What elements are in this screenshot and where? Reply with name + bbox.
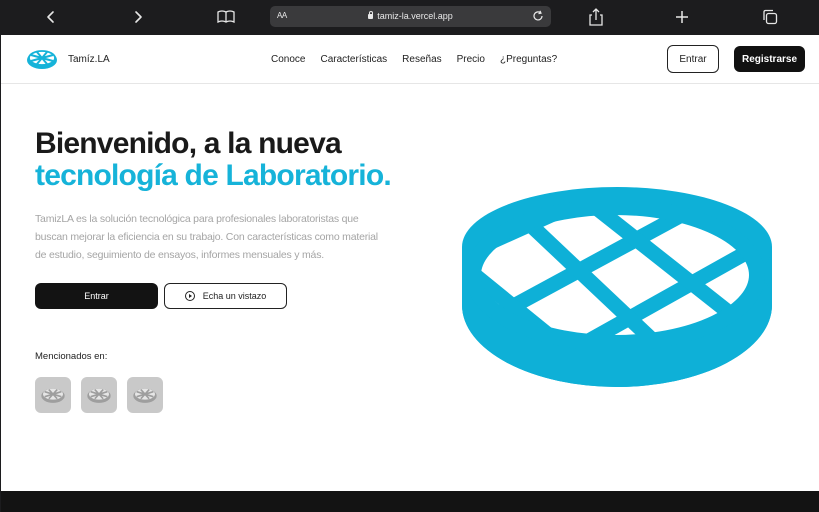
hero-title-line2: tecnología de Laboratorio. (35, 159, 392, 192)
hero-preview-button[interactable]: Echa un vistazo (164, 283, 287, 309)
back-icon[interactable] (40, 6, 62, 28)
address-bar[interactable]: AA tamiz-la.vercel.app (270, 6, 551, 27)
share-icon[interactable] (585, 6, 607, 28)
register-button[interactable]: Registrarse (734, 46, 805, 72)
nav-link-resenas[interactable]: Reseñas (402, 54, 441, 65)
mention-logo[interactable] (35, 377, 71, 413)
nav-link-preguntas[interactable]: ¿Preguntas? (500, 54, 557, 65)
play-icon (184, 291, 195, 301)
hero-title: Bienvenido, a la nueva tecnología de Lab… (35, 127, 392, 192)
mention-logos (35, 377, 163, 413)
sieve-illustration (460, 185, 774, 391)
hero-enter-button[interactable]: Entrar (35, 283, 158, 309)
new-tab-icon[interactable] (671, 6, 693, 28)
reload-icon[interactable] (531, 9, 545, 23)
forward-icon[interactable] (127, 6, 149, 28)
url-display: tamiz-la.vercel.app (270, 11, 551, 21)
nav-link-caracteristicas[interactable]: Características (320, 54, 387, 65)
hero-preview-label: Echa un vistazo (202, 291, 267, 301)
nav-link-conoce[interactable]: Conoce (271, 54, 305, 65)
hero-title-line1: Bienvenido, a la nueva (35, 127, 342, 160)
login-button[interactable]: Entrar (667, 45, 719, 73)
web-page: Tamíz.LA Conoce Características Reseñas … (1, 35, 819, 491)
site-navbar: Tamíz.LA Conoce Características Reseñas … (1, 35, 819, 84)
nav-link-precio[interactable]: Precio (457, 54, 485, 65)
mentioned-label: Mencionados en: (35, 351, 108, 362)
nav-links: Conoce Características Reseñas Precio ¿P… (271, 54, 572, 65)
url-text: tamiz-la.vercel.app (377, 11, 453, 21)
mention-logo[interactable] (127, 377, 163, 413)
sieve-logo-icon[interactable] (26, 47, 58, 71)
hero-description: TamizLA es la solución tecnológica para … (35, 213, 378, 261)
tabs-icon[interactable] (759, 6, 781, 28)
lock-icon (368, 11, 374, 19)
browser-toolbar: AA tamiz-la.vercel.app (0, 0, 819, 35)
brand-name[interactable]: Tamíz.LA (68, 54, 110, 65)
footer-band (1, 491, 819, 512)
bookmarks-icon[interactable] (215, 6, 237, 28)
mention-logo[interactable] (81, 377, 117, 413)
